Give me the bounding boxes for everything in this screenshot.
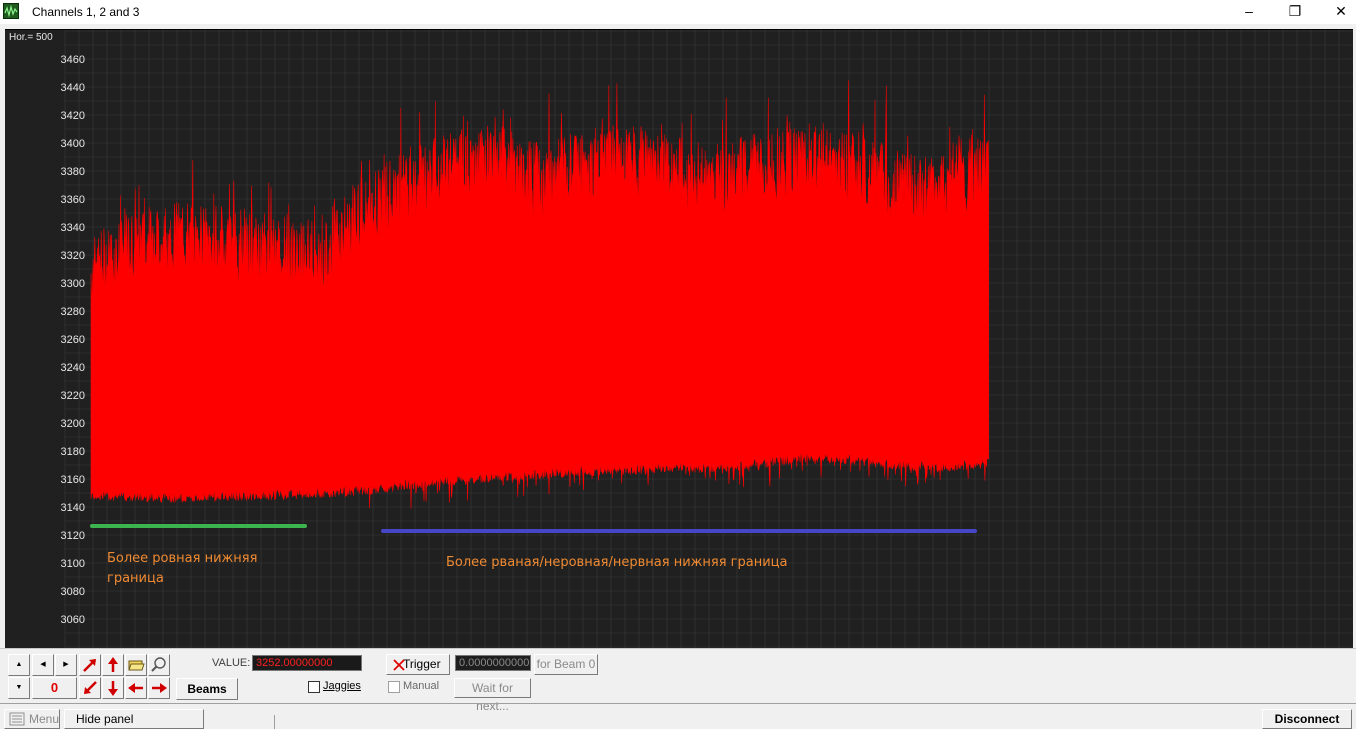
zoom-diagonal-button[interactable] [79, 654, 101, 676]
open-file-button[interactable] [125, 654, 147, 676]
arrow-up-red-icon [108, 657, 118, 672]
magnifier-icon [151, 657, 166, 672]
arrow-up-icon: ▲ [15, 661, 23, 668]
y-tick-label: 3400 [61, 138, 85, 150]
y-tick-label: 3380 [61, 166, 85, 178]
scroll-left-button[interactable]: ◀ [32, 654, 54, 676]
annotation-smooth-line-2: граница [107, 571, 164, 586]
y-tick-label: 3080 [61, 586, 85, 598]
hide-panel-button[interactable]: Hide panel [64, 709, 204, 729]
wait-for-next-button[interactable]: Wait for next... [454, 678, 531, 713]
folder-open-icon [128, 660, 145, 671]
close-button[interactable]: ✕ [1318, 0, 1356, 24]
zoom-vertical-in-button[interactable] [102, 654, 124, 676]
zoom-button[interactable] [148, 654, 170, 676]
scroll-up-button[interactable]: ▲ [8, 654, 30, 676]
y-tick-label: 3440 [61, 82, 85, 94]
title-bar: Channels 1, 2 and 3 ‒ ❐ ✕ [0, 0, 1356, 24]
pan-right-button[interactable] [148, 677, 170, 699]
jaggies-checkbox[interactable] [308, 681, 320, 693]
value-field: 3252.00000000 [252, 655, 362, 671]
menu-list-icon [9, 712, 25, 726]
y-tick-label: 3260 [61, 334, 85, 346]
trigger-label: Trigger [403, 657, 441, 671]
panel-separator [0, 703, 1356, 704]
arrow-down-red-icon [108, 681, 118, 696]
arrow-right-red-icon [152, 683, 167, 693]
menu-label: Menu [29, 712, 60, 726]
scroll-right-button[interactable]: ▶ [55, 654, 77, 676]
y-tick-label: 3240 [61, 362, 85, 374]
close-x-red-icon [393, 659, 405, 671]
arrow-left-red-icon [128, 683, 143, 693]
y-tick-label: 3100 [61, 558, 85, 570]
y-tick-label: 3420 [61, 110, 85, 122]
status-divider [274, 715, 275, 729]
menu-button[interactable]: Menu [4, 709, 60, 729]
annotation-smooth-line-1: Более ровная нижняя [107, 551, 257, 566]
maximize-button[interactable]: ❐ [1272, 0, 1318, 24]
signal-chart: 3060 3080 3100 3120 3140 3160 3180 3200 3220 3240… [61, 30, 1353, 648]
arrow-right-icon: ▶ [63, 661, 69, 668]
jaggies-label[interactable]: Jaggies [323, 680, 361, 692]
pan-left-button[interactable] [125, 677, 147, 699]
zoom-vertical-out-button[interactable] [102, 677, 124, 699]
y-tick-label: 3060 [61, 614, 85, 626]
y-tick-label: 3360 [61, 194, 85, 206]
signal-trace-channel [90, 80, 989, 509]
scroll-down-button[interactable]: ▼ [8, 677, 30, 699]
manual-checkbox[interactable] [388, 681, 400, 693]
diagonal-arrow-up-right-icon [83, 659, 96, 672]
control-panel: ▲ ▼ ◀ ▶ 0 Beams VALUE: 3252.00000000 Jag… [0, 648, 1356, 729]
trigger-button[interactable]: Trigger [386, 654, 450, 675]
y-tick-label: 3180 [61, 446, 85, 458]
arrow-down-icon: ▼ [15, 684, 23, 691]
zoom-diagonal-out-button[interactable] [79, 677, 101, 699]
y-tick-label: 3300 [61, 278, 85, 290]
y-tick-label: 3340 [61, 222, 85, 234]
trigger-value-field[interactable]: 0.0000000000 [455, 655, 531, 671]
window-title: Channels 1, 2 and 3 [32, 5, 140, 19]
y-tick-label: 3160 [61, 474, 85, 486]
y-tick-label: 3120 [61, 530, 85, 542]
minimize-button[interactable]: ‒ [1226, 0, 1272, 24]
for-beam-button[interactable]: for Beam 0 [534, 654, 598, 675]
app-oscilloscope-icon [3, 3, 19, 19]
annotation-ragged: Более рваная/неровная/нервная нижняя гра… [446, 555, 787, 570]
beam-counter[interactable]: 0 [32, 677, 77, 699]
y-tick-label: 3220 [61, 390, 85, 402]
arrow-left-icon: ◀ [40, 661, 46, 668]
plot-area: Hor.= 500 3060 3080 3100 3120 3140 3160 3180 32… [5, 29, 1353, 649]
value-label: VALUE: [212, 657, 251, 669]
y-tick-label: 3200 [61, 418, 85, 430]
y-tick-label: 3280 [61, 306, 85, 318]
disconnect-button[interactable]: Disconnect [1262, 709, 1352, 729]
beams-button[interactable]: Beams [176, 678, 238, 700]
y-tick-label: 3140 [61, 502, 85, 514]
manual-label: Manual [403, 680, 440, 692]
y-tick-label: 3320 [61, 250, 85, 262]
y-tick-label: 3460 [61, 54, 85, 66]
y-axis-ticks: 3060 3080 3100 3120 3140 3160 3180 3200 3220 3240… [61, 54, 85, 626]
diagonal-arrow-down-left-icon [84, 681, 97, 694]
